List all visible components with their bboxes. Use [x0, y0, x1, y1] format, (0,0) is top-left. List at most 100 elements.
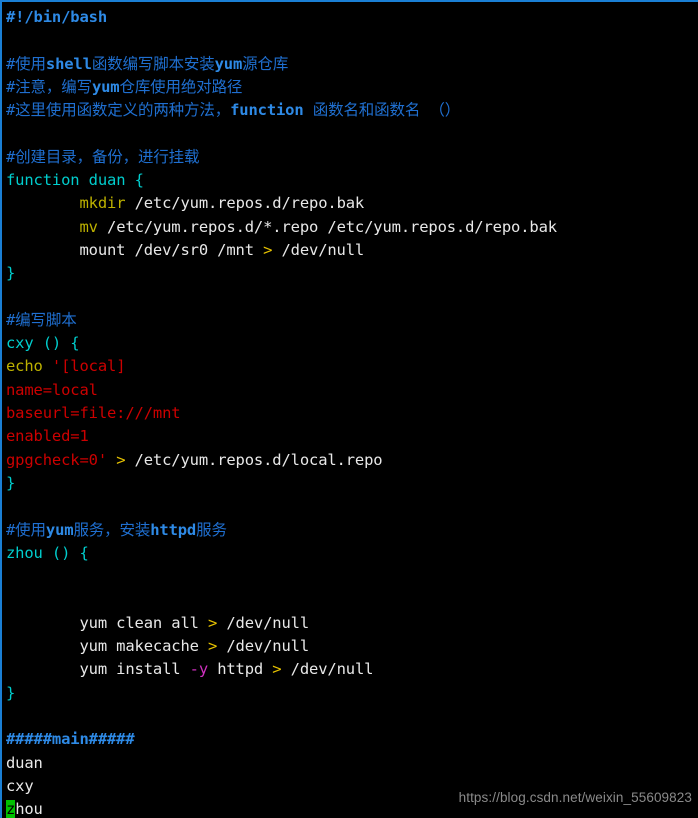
code-token: #!/bin/bash — [6, 8, 107, 26]
code-token: shell — [45, 54, 92, 73]
code-token: 函数编写脚本安装 — [91, 54, 215, 73]
code-line[interactable] — [6, 705, 696, 728]
code-line[interactable]: mkdir /etc/yum.repos.d/repo.bak — [6, 192, 696, 215]
code-token: #这里使用函数定义的两种方法， — [6, 101, 231, 120]
code-token: cxy — [6, 334, 34, 353]
code-token: mount /dev/sr0 /mnt — [6, 240, 264, 259]
code-token: { — [70, 334, 80, 353]
code-line[interactable]: zhou () { — [6, 542, 696, 565]
code-token: { — [79, 543, 89, 562]
code-token: /etc/yum.repos.d/*.repo /etc/yum.repos.d… — [97, 217, 557, 236]
code-line[interactable]: yum clean all > /dev/null — [6, 612, 696, 635]
code-line[interactable]: } — [6, 262, 696, 285]
code-token: #####main##### — [6, 730, 135, 749]
code-line[interactable] — [6, 495, 696, 518]
watermark-text: https://blog.csdn.net/weixin_55609823 — [458, 790, 692, 805]
code-token: zhou — [6, 543, 43, 562]
code-line[interactable]: mount /dev/sr0 /mnt > /dev/null — [6, 239, 696, 262]
code-token: 服务，安装 — [73, 520, 151, 539]
code-token: 仓库使用绝对路径 — [119, 77, 243, 96]
code-token: > — [208, 613, 218, 632]
code-token: /dev/null — [281, 660, 374, 679]
code-line[interactable]: #使用shell函数编写脚本安装yum源仓库 — [6, 53, 696, 76]
code-token: gpgcheck=0' — [6, 450, 107, 469]
code-line[interactable] — [6, 122, 696, 145]
code-token: yum — [45, 520, 74, 539]
code-token: #使用 — [6, 520, 46, 539]
code-line[interactable]: baseurl=file:///mnt — [6, 402, 696, 425]
code-token: baseurl=file:///mnt — [6, 404, 181, 423]
code-token: httpd — [150, 520, 197, 539]
code-token: /dev/null — [272, 240, 365, 259]
code-token: duan — [88, 171, 126, 190]
code-token: #注意，编写 — [6, 77, 92, 96]
code-token: /dev/null — [217, 637, 310, 656]
code-line[interactable]: mv /etc/yum.repos.d/*.repo /etc/yum.repo… — [6, 216, 696, 239]
code-editor-content[interactable]: #!/bin/bash #使用shell函数编写脚本安装yum源仓库 #注意，编写… — [6, 6, 696, 818]
code-line[interactable]: yum install -y httpd > /dev/null — [6, 658, 696, 681]
code-token: cxy — [6, 776, 34, 795]
code-token: > — [208, 637, 218, 656]
code-line[interactable]: name=local — [6, 379, 696, 402]
code-line[interactable] — [6, 588, 696, 611]
code-token: { — [134, 171, 144, 190]
code-line[interactable]: #!/bin/bash — [6, 6, 696, 29]
code-line[interactable]: } — [6, 682, 696, 705]
code-token: 服务 — [196, 520, 227, 539]
code-token: -y — [189, 660, 209, 679]
code-line[interactable]: } — [6, 472, 696, 495]
code-token: () — [51, 543, 71, 562]
code-token: yum clean all — [6, 613, 208, 632]
code-token: yum install — [6, 660, 190, 679]
code-token: function — [230, 101, 304, 120]
code-token: /etc/yum.repos.d/local.repo — [125, 450, 383, 469]
code-line[interactable]: enabled=1 — [6, 425, 696, 448]
code-line[interactable] — [6, 286, 696, 309]
code-line[interactable]: echo '[local] — [6, 355, 696, 378]
code-line[interactable]: #####main##### — [6, 728, 696, 751]
code-token: () — [42, 334, 62, 353]
code-token: mkdir — [79, 194, 126, 213]
code-line[interactable]: #这里使用函数定义的两种方法，function 函数名和函数名 （） — [6, 99, 696, 122]
code-line[interactable]: gpgcheck=0' > /etc/yum.repos.d/local.rep… — [6, 449, 696, 472]
code-line[interactable]: yum makecache > /dev/null — [6, 635, 696, 658]
text-cursor: z — [6, 800, 16, 818]
code-line[interactable]: cxy () { — [6, 332, 696, 355]
code-token: } — [6, 264, 16, 283]
code-line[interactable]: duan — [6, 752, 696, 775]
code-token: enabled=1 — [6, 427, 89, 446]
code-line[interactable] — [6, 565, 696, 588]
code-token: yum makecache — [6, 637, 208, 656]
code-line[interactable]: #创建目录，备份，进行挂载 — [6, 146, 696, 169]
code-line[interactable]: #注意，编写yum仓库使用绝对路径 — [6, 76, 696, 99]
code-token: #使用 — [6, 54, 46, 73]
code-token: '[local] — [51, 357, 126, 376]
code-token: echo — [6, 357, 43, 376]
code-token: #创建目录，备份，进行挂载 — [6, 147, 200, 166]
code-line[interactable]: #编写脚本 — [6, 309, 696, 332]
code-token: > — [263, 240, 273, 259]
code-line[interactable]: function duan { — [6, 169, 696, 192]
code-token: > — [116, 450, 126, 469]
code-token: mv — [79, 217, 98, 236]
code-token: /dev/null — [217, 613, 310, 632]
terminal-screen[interactable]: #!/bin/bash #使用shell函数编写脚本安装yum源仓库 #注意，编写… — [0, 0, 698, 818]
code-token: } — [6, 473, 16, 492]
code-line[interactable]: #使用yum服务，安装httpd服务 — [6, 519, 696, 542]
code-token: 函数名和函数名 （） — [303, 101, 461, 120]
code-token: /etc/yum.repos.d/repo.bak — [125, 194, 365, 213]
code-line[interactable] — [6, 29, 696, 52]
code-token: name=local — [6, 380, 98, 399]
code-token: 源仓库 — [242, 54, 289, 73]
code-token: yum — [214, 54, 243, 73]
code-token: hou — [15, 800, 43, 818]
code-token: httpd — [208, 660, 273, 679]
code-token: yum — [91, 77, 120, 96]
